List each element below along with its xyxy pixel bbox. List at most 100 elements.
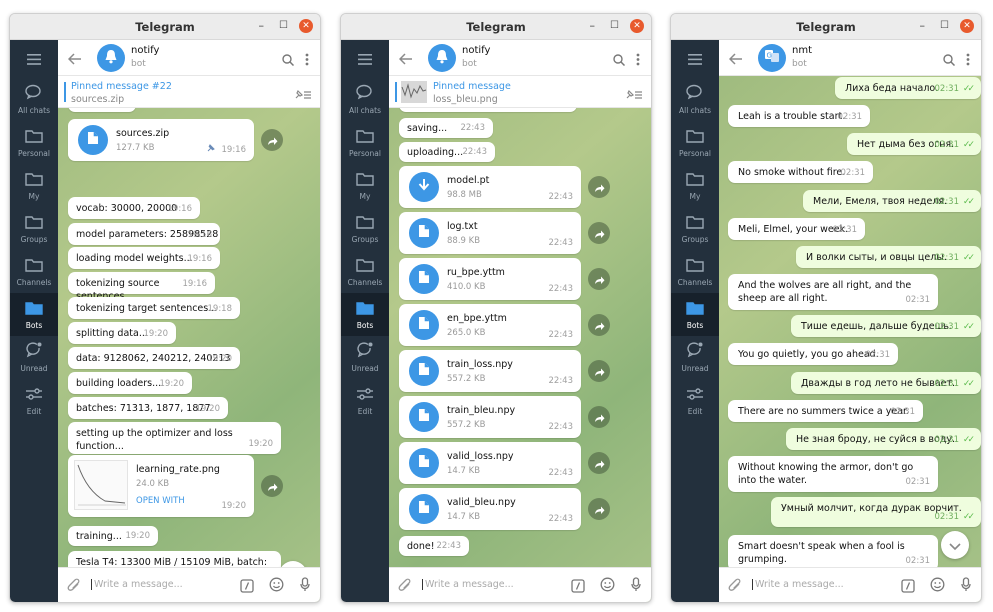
sidebar-item-my[interactable]: My — [341, 164, 389, 207]
maximize-button[interactable]: ☐ — [940, 20, 949, 32]
more-button[interactable] — [636, 51, 640, 70]
sidebar-item-personal[interactable]: Personal — [10, 121, 58, 164]
file-icon-circle[interactable] — [409, 264, 439, 294]
bot-command-button[interactable] — [240, 578, 254, 597]
chat-name[interactable]: notify — [462, 45, 490, 56]
sidebar-item-channels[interactable]: Channels — [671, 250, 719, 293]
file-icon-circle[interactable] — [409, 218, 439, 248]
forward-button[interactable] — [588, 314, 610, 336]
sidebar-item-groups[interactable]: Groups — [671, 207, 719, 250]
emoji-button[interactable] — [269, 577, 284, 596]
file-message[interactable]: train_bleu.npy 557.2 KB 22:43 — [399, 396, 581, 438]
maximize-button[interactable]: ☐ — [610, 20, 619, 32]
forward-button[interactable] — [588, 498, 610, 520]
emoji-button[interactable] — [930, 577, 945, 596]
avatar[interactable]: G — [758, 44, 786, 72]
message-input[interactable]: Write a message... — [752, 579, 844, 590]
voice-button[interactable] — [961, 577, 971, 596]
avatar[interactable] — [428, 44, 456, 72]
sidebar-item-personal[interactable]: Personal — [671, 121, 719, 164]
menu-button[interactable] — [671, 40, 719, 78]
sidebar-item-edit[interactable]: Edit — [10, 379, 58, 422]
menu-button[interactable] — [10, 40, 58, 78]
forward-button[interactable] — [261, 129, 283, 151]
sidebar-item-channels[interactable]: Channels — [10, 250, 58, 293]
attach-button[interactable] — [728, 578, 742, 597]
voice-button[interactable] — [300, 577, 310, 596]
sidebar-item-unread[interactable]: Unread — [10, 336, 58, 379]
sidebar-item-all-chats[interactable]: All chats — [341, 78, 389, 121]
chat-name[interactable]: notify — [131, 45, 159, 56]
close-button[interactable]: ✕ — [299, 19, 313, 33]
minimize-button[interactable]: – — [920, 20, 926, 32]
sidebar-item-all-chats[interactable]: All chats — [671, 78, 719, 121]
search-button[interactable] — [282, 51, 295, 70]
sidebar-item-groups[interactable]: Groups — [10, 207, 58, 250]
maximize-button[interactable]: ☐ — [279, 20, 288, 32]
voice-button[interactable] — [631, 577, 641, 596]
file-message[interactable]: ru_bpe.yttm 410.0 KB 22:43 — [399, 258, 581, 300]
image-message[interactable]: learning_rate.png 24.0 KB OPEN WITH 19:20 — [68, 455, 254, 517]
chat-name[interactable]: nmt — [792, 45, 812, 56]
scroll-down-button[interactable] — [941, 531, 969, 559]
message-input[interactable]: Write a message... — [91, 579, 183, 590]
message-input[interactable]: Write a message... — [422, 579, 514, 590]
sidebar-item-edit[interactable]: Edit — [671, 379, 719, 422]
bot-command-button[interactable] — [901, 578, 915, 597]
sidebar-item-groups[interactable]: Groups — [341, 207, 389, 250]
sidebar-item-unread[interactable]: Unread — [671, 336, 719, 379]
forward-button[interactable] — [588, 222, 610, 244]
file-message[interactable]: log.txt 88.9 KB 22:43 — [399, 212, 581, 254]
pinned-message-bar[interactable]: Pinned message loss_bleu.png — [389, 76, 651, 108]
pin-list-button[interactable] — [625, 85, 643, 104]
pin-list-button[interactable] — [294, 85, 312, 104]
file-icon-circle[interactable] — [409, 356, 439, 386]
attach-button[interactable] — [398, 578, 412, 597]
more-button[interactable] — [966, 51, 970, 70]
file-message[interactable]: train_loss.npy 557.2 KB 22:43 — [399, 350, 581, 392]
pinned-accent-line — [64, 82, 66, 102]
close-button[interactable]: ✕ — [960, 19, 974, 33]
open-with-link[interactable]: OPEN WITH — [136, 495, 185, 508]
sidebar-item-bots[interactable]: Bots — [671, 293, 719, 336]
forward-button[interactable] — [588, 268, 610, 290]
file-message[interactable]: en_bpe.yttm 265.0 KB 22:43 — [399, 304, 581, 346]
sidebar-item-personal[interactable]: Personal — [341, 121, 389, 164]
file-icon-circle[interactable] — [409, 172, 439, 202]
file-message[interactable]: valid_bleu.npy 14.7 KB 22:43 — [399, 488, 581, 530]
minimize-button[interactable]: – — [590, 20, 596, 32]
sidebar-item-edit[interactable]: Edit — [341, 379, 389, 422]
file-message[interactable]: sources.zip 127.7 KB 19:16 — [68, 119, 254, 161]
sidebar-item-label: Bots — [356, 320, 374, 330]
sidebar-item-channels[interactable]: Channels — [341, 250, 389, 293]
file-icon-circle[interactable] — [409, 494, 439, 524]
forward-button[interactable] — [588, 406, 610, 428]
file-message[interactable]: model.pt 98.8 MB 22:43 — [399, 166, 581, 208]
forward-button[interactable] — [588, 176, 610, 198]
file-icon-circle[interactable] — [78, 125, 108, 155]
file-icon-circle[interactable] — [409, 310, 439, 340]
menu-button[interactable] — [341, 40, 389, 78]
file-icon-circle[interactable] — [409, 402, 439, 432]
sidebar-item-bots[interactable]: Bots — [341, 293, 389, 336]
more-button[interactable] — [305, 51, 309, 70]
minimize-button[interactable]: – — [259, 20, 265, 32]
forward-button[interactable] — [261, 475, 283, 497]
forward-button[interactable] — [588, 360, 610, 382]
attach-button[interactable] — [67, 578, 81, 597]
avatar[interactable] — [97, 44, 125, 72]
bot-command-button[interactable] — [571, 578, 585, 597]
sidebar-item-my[interactable]: My — [10, 164, 58, 207]
file-icon-circle[interactable] — [409, 448, 439, 478]
sidebar-item-all-chats[interactable]: All chats — [10, 78, 58, 121]
search-button[interactable] — [613, 51, 626, 70]
pinned-message-bar[interactable]: Pinned message #22 sources.zip — [58, 76, 320, 108]
sidebar-item-bots[interactable]: Bots — [10, 293, 58, 336]
search-button[interactable] — [943, 51, 956, 70]
forward-button[interactable] — [588, 452, 610, 474]
sidebar-item-my[interactable]: My — [671, 164, 719, 207]
close-button[interactable]: ✕ — [630, 19, 644, 33]
file-message[interactable]: valid_loss.npy 14.7 KB 22:43 — [399, 442, 581, 484]
sidebar-item-unread[interactable]: Unread — [341, 336, 389, 379]
emoji-button[interactable] — [600, 577, 615, 596]
